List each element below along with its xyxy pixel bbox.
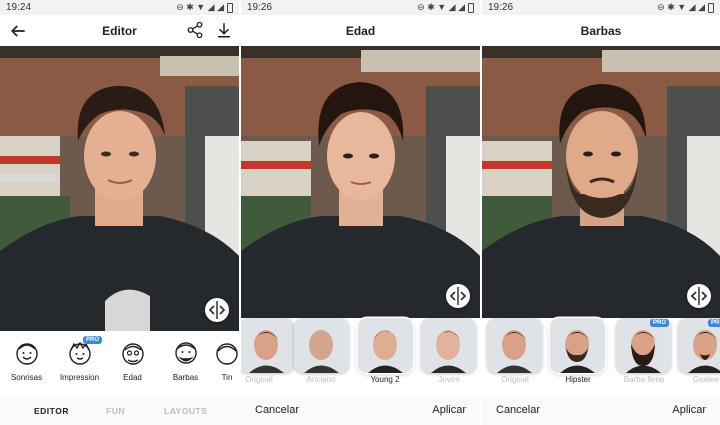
pro-badge: PRO [83, 336, 103, 344]
page-title: Barbas [580, 23, 622, 38]
download-icon[interactable] [215, 21, 233, 39]
compare-button[interactable] [446, 284, 470, 308]
status-time: 19:26 [247, 2, 273, 13]
filter-original-thumb[interactable] [487, 318, 542, 373]
filter-label: Goatee [692, 375, 720, 384]
tool-label: Barbas [172, 373, 199, 382]
beard-face-icon [174, 342, 197, 364]
filter-hipster-thumb[interactable] [550, 318, 605, 373]
action-bar: Cancelar Aplicar [241, 395, 480, 425]
face-thumbnail [358, 318, 413, 373]
face-thumbnail [294, 318, 349, 373]
filter-anciano-thumb[interactable] [294, 318, 349, 373]
compare-button[interactable] [687, 284, 711, 308]
filter-joven-thumb[interactable] [421, 318, 476, 373]
face-thumbnail [241, 318, 294, 373]
face-thumbnail [487, 318, 542, 373]
editor-screen: 19:24 ⊖ ✱ ▼ ◢ ◢ Editor Sonrisas PRO Impr… [0, 0, 239, 425]
battery-icon [468, 2, 474, 13]
tab-layouts[interactable]: LAYOUTS [164, 406, 207, 416]
tool-label: Edad [123, 373, 142, 382]
status-bar: 19:26 ⊖ ✱ ▼ ◢ ◢ [482, 0, 720, 15]
tool-strip: Sonrisas PRO Impression Edad Barbas Tin [0, 331, 239, 395]
portrait-photo [0, 46, 239, 331]
tab-editor[interactable]: EDITOR [34, 406, 69, 416]
smile-face-icon [15, 343, 38, 365]
status-bar: 19:24 ⊖ ✱ ▼ ◢ ◢ [0, 0, 239, 15]
filter-strip: Original Anciano Young 2 Joven [241, 318, 480, 395]
compare-button[interactable] [205, 298, 229, 322]
action-bar: Cancelar Aplicar [482, 395, 720, 425]
tool-impression[interactable]: PRO Impression [53, 331, 106, 382]
tool-tin[interactable]: Tin [212, 331, 239, 382]
filter-original-thumb[interactable] [241, 318, 294, 373]
photo-preview [241, 46, 480, 331]
app-bar: Editor [0, 15, 239, 46]
compare-arrows-icon [449, 287, 467, 305]
tool-barbas[interactable]: Barbas [159, 331, 212, 382]
apply-button[interactable]: Aplicar [432, 404, 466, 416]
pro-badge: PRO [650, 319, 670, 327]
app-bar: Edad [241, 15, 480, 46]
status-bar: 19:26 ⊖ ✱ ▼ ◢ ◢ [241, 0, 480, 15]
status-icons: ⊖ ✱ ▼ ◢ ◢ [657, 2, 714, 13]
filter-label: Young 2 [370, 375, 400, 384]
photo-preview [0, 46, 239, 331]
cancel-button[interactable]: Cancelar [255, 404, 299, 416]
status-time: 19:24 [6, 2, 32, 13]
age-face-icon [121, 343, 144, 365]
tool-edad[interactable]: Edad [106, 331, 159, 382]
filter-label: Anciano [306, 375, 336, 384]
tool-sonrisas[interactable]: Sonrisas [0, 331, 53, 382]
face-thumbnail [550, 318, 605, 373]
battery-icon [708, 2, 714, 13]
compare-arrows-icon [690, 287, 708, 305]
page-title: Editor [102, 23, 137, 38]
back-arrow-icon[interactable] [8, 21, 28, 41]
page-title: Edad [345, 23, 376, 38]
tool-label: Impression [59, 373, 100, 382]
filter-label: Original [501, 375, 529, 384]
tint-face-icon [216, 343, 238, 365]
filter-label: Joven [438, 375, 460, 384]
bottom-tabs: EDITOR FUN LAYOUTS [0, 395, 239, 425]
compare-arrows-icon [208, 301, 226, 319]
pro-badge: PRO [708, 319, 720, 327]
beard-screen: 19:26 ⊖ ✱ ▼ ◢ ◢ Barbas Original Hipster … [482, 0, 720, 425]
battery-icon [227, 2, 233, 13]
cancel-button[interactable]: Cancelar [496, 404, 540, 416]
filter-young2-thumb[interactable] [358, 318, 413, 373]
app-bar: Barbas [482, 15, 720, 46]
age-screen: 19:26 ⊖ ✱ ▼ ◢ ◢ Edad Original Anciano Yo… [241, 0, 480, 425]
filter-label: Original [245, 375, 273, 384]
status-icons: ⊖ ✱ ▼ ◢ ◢ [176, 2, 233, 13]
status-icons: ⊖ ✱ ▼ ◢ ◢ [417, 2, 474, 13]
tool-label: Sonrisas [10, 373, 43, 382]
portrait-photo [241, 46, 480, 331]
filter-strip: Original Hipster PRO Barba llena PRO Goa… [482, 318, 720, 395]
portrait-photo [482, 46, 720, 331]
status-time: 19:26 [488, 2, 514, 13]
filter-label: Barba llena [623, 375, 665, 384]
filter-label: Hipster [565, 375, 591, 384]
apply-button[interactable]: Aplicar [672, 404, 706, 416]
tool-label: Tin [221, 373, 233, 382]
tab-fun[interactable]: FUN [106, 406, 125, 416]
face-thumbnail [421, 318, 476, 373]
photo-preview [482, 46, 720, 331]
share-icon[interactable] [186, 21, 204, 39]
